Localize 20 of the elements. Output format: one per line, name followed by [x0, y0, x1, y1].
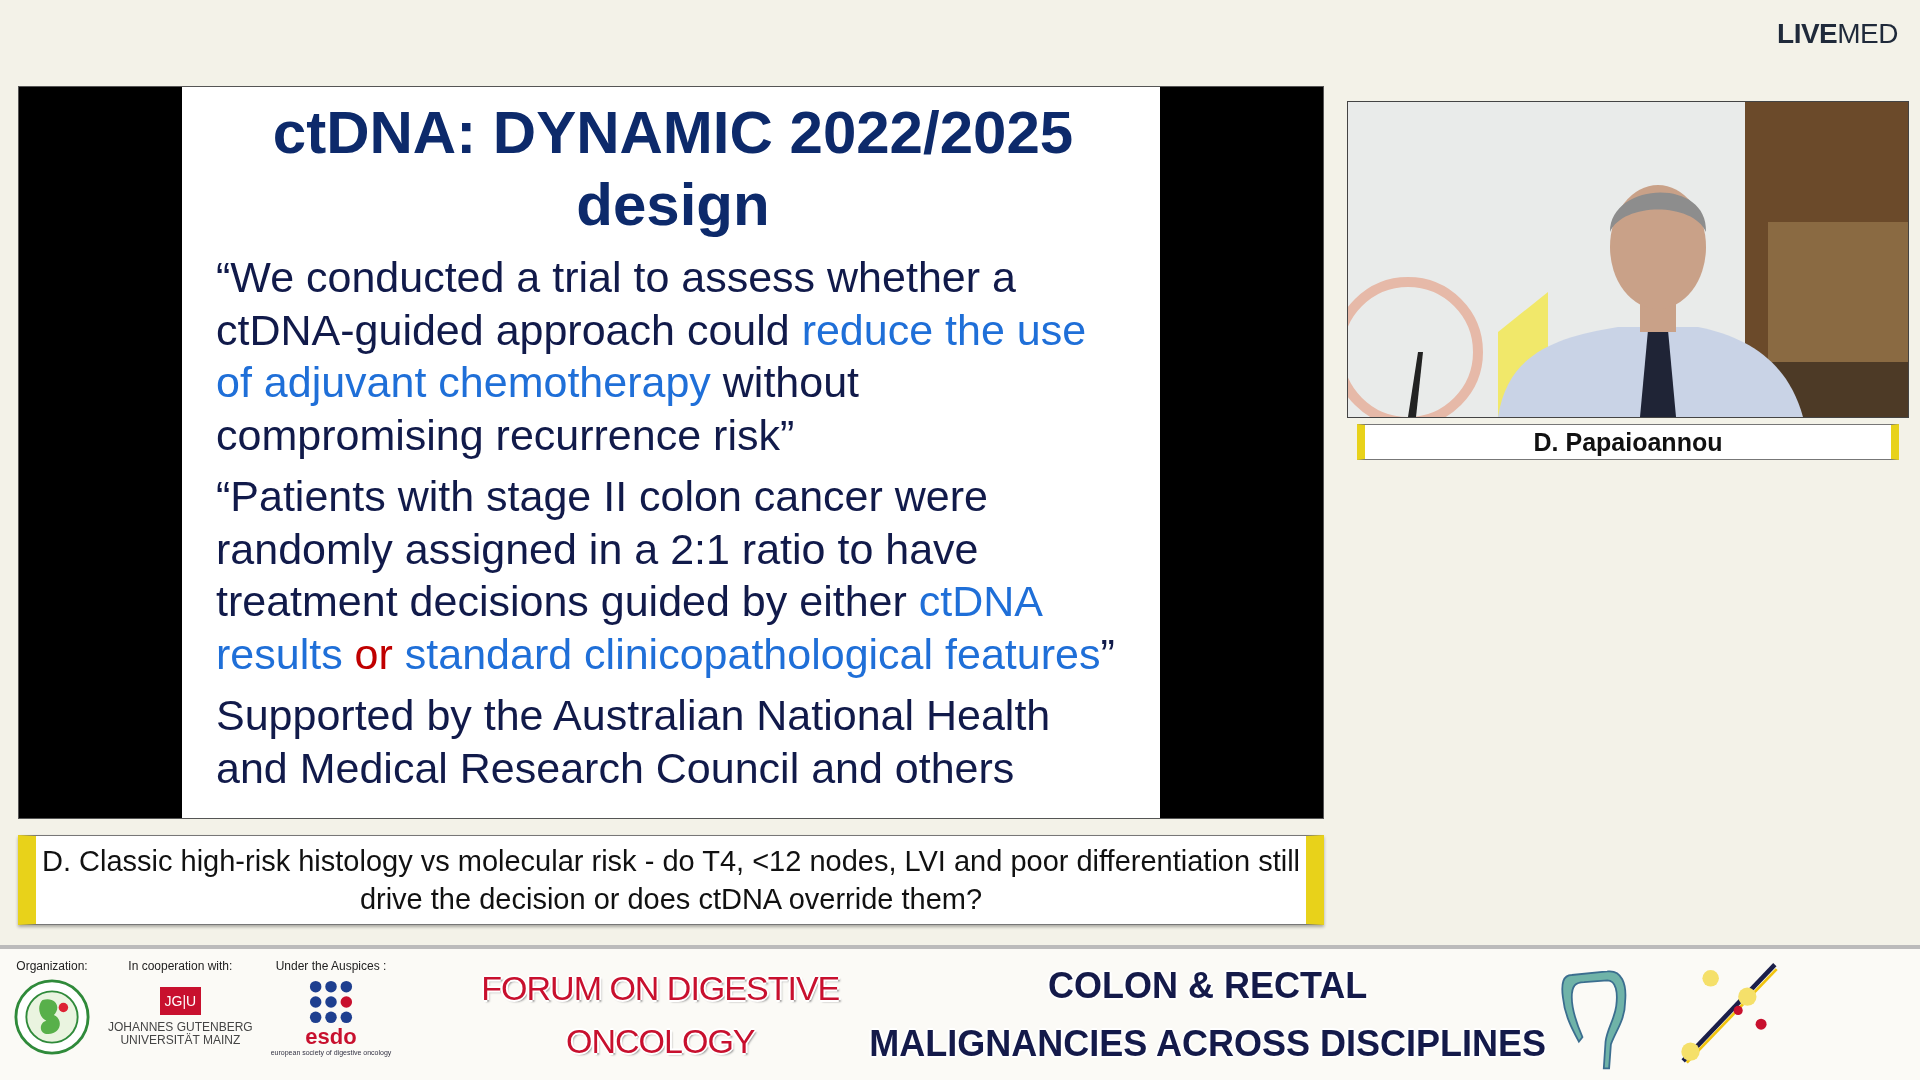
university-mark: JG|U — [159, 987, 202, 1015]
university-name: JOHANNES GUTENBERG — [108, 1021, 253, 1034]
event-title-line: MALIGNANCIES ACROSS DISCIPLINES — [869, 1022, 1546, 1065]
partner-label: Organization: — [16, 959, 88, 973]
society-mark: esdo — [305, 1025, 357, 1049]
slide-paragraph: “Patients with stage II colon cancer were randomly assigned in a 2:1 ratio to have treatment decisions guided by either ctDNA results or standard clinicopathological features” — [216, 471, 1116, 680]
society-seal-icon — [14, 979, 90, 1055]
slide-paragraph: Supported by the Australian National Health and Medical Research Council and others — [216, 690, 1052, 794]
forum-title-line: ONCOLOGY — [566, 1021, 755, 1061]
speaker-name: D. Papaioannou — [1533, 427, 1723, 457]
partner-label: Under the Auspices : — [275, 959, 387, 973]
forum-title-line: FORUM ON DIGESTIVE — [481, 968, 840, 1008]
slide-paragraph: “We conducted a trial to assess whether a ctDNA-guided approach could reduce the use of adjuvant chemotherapy without compromising recurrence risk” — [216, 252, 1088, 461]
caption-text: D. Classic high-risk histology vs molecular risk - do T4, <12 nodes, LVI and poor differentiation still drive the decision or does ctDNA override them? — [41, 844, 1301, 917]
brand-logo: LIVEMED — [1777, 18, 1898, 50]
dot-grid-icon — [308, 979, 354, 1025]
university-name: UNIVERSITÄT MAINZ — [120, 1034, 241, 1047]
event-title-line: COLON & RECTAL — [1047, 964, 1368, 1007]
slide-title: ctDNA: DYNAMIC 2022/2025 design — [271, 98, 1075, 240]
partner-label: In cooperation with: — [128, 959, 233, 973]
